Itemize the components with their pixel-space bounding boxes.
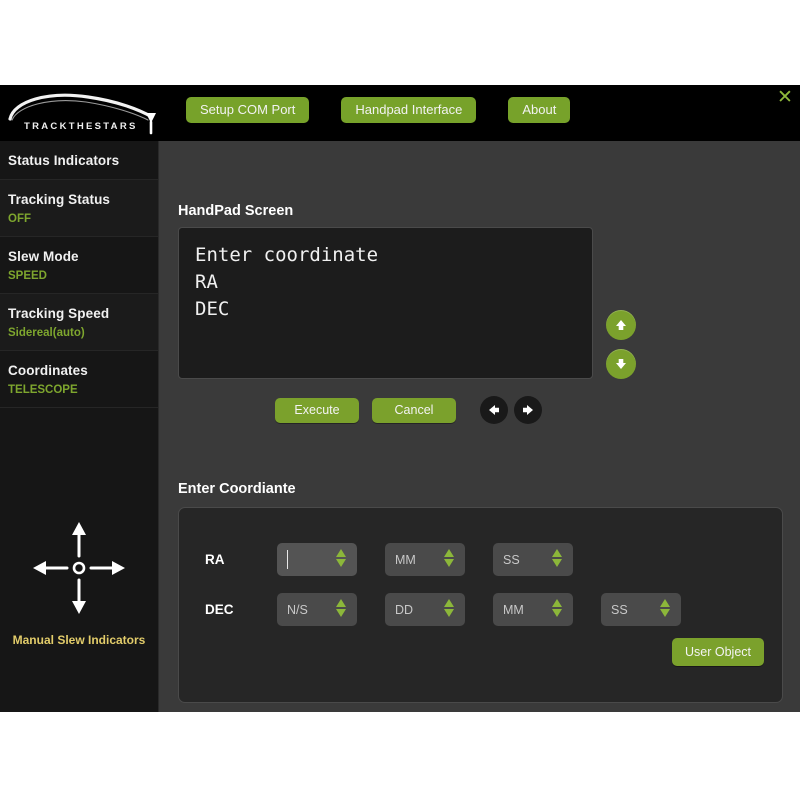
cancel-button[interactable]: Cancel xyxy=(372,398,456,423)
ra-minutes-stepper[interactable] xyxy=(444,549,454,567)
ra-seconds-value: SS xyxy=(503,553,520,567)
slew-right-arrowhead xyxy=(112,561,125,575)
stepper-down-icon[interactable] xyxy=(552,609,562,617)
dec-degrees-spinner[interactable]: DD xyxy=(385,593,465,626)
dec-sign-spinner[interactable]: N/S xyxy=(277,593,357,626)
arrow-right-icon[interactable] xyxy=(514,396,542,424)
sidebar-section-slew-mode: Slew Mode SPEED xyxy=(0,237,158,294)
dec-degrees-stepper[interactable] xyxy=(444,599,454,617)
stepper-up-icon[interactable] xyxy=(552,549,562,557)
arrow-up-icon[interactable] xyxy=(606,310,636,340)
handpad-screen-display[interactable]: Enter coordinate RA DEC xyxy=(178,227,593,379)
dec-sign-stepper[interactable] xyxy=(336,599,346,617)
top-bar: TRACKTHESTARS Setup COM Port Handpad Int… xyxy=(0,85,800,141)
stepper-down-icon[interactable] xyxy=(552,559,562,567)
stepper-down-icon[interactable] xyxy=(444,609,454,617)
handpad-action-row: Execute Cancel xyxy=(275,396,542,424)
arrow-down-icon[interactable] xyxy=(606,349,636,379)
nav-handpad-interface[interactable]: Handpad Interface xyxy=(341,97,476,123)
arrow-left-icon[interactable] xyxy=(480,396,508,424)
sidebar-section-coordinates: Coordinates TELESCOPE xyxy=(0,351,158,408)
four-way-arrows-icon xyxy=(23,512,135,624)
sidebar-item-label: Slew Mode xyxy=(8,248,158,265)
user-object-button[interactable]: User Object xyxy=(672,638,764,666)
stepper-down-icon[interactable] xyxy=(336,609,346,617)
stepper-up-icon[interactable] xyxy=(336,599,346,607)
tracking-speed-value: Sidereal(auto) xyxy=(8,326,158,340)
dec-minutes-stepper[interactable] xyxy=(552,599,562,617)
manual-slew-indicators-label: Manual Slew Indicators xyxy=(0,633,158,647)
handpad-screen-heading: HandPad Screen xyxy=(178,203,293,219)
manual-slew-indicator-pad xyxy=(0,493,158,643)
ra-minutes-spinner[interactable]: MM xyxy=(385,543,465,576)
sidebar-section-status-indicators: Status Indicators xyxy=(0,141,158,180)
sidebar-section-tracking-speed: Tracking Speed Sidereal(auto) xyxy=(0,294,158,351)
stepper-up-icon[interactable] xyxy=(444,599,454,607)
ra-label: RA xyxy=(205,552,277,567)
text-caret xyxy=(287,550,288,569)
ra-hours-stepper[interactable] xyxy=(336,549,346,567)
slew-up-arrowhead xyxy=(72,522,86,535)
logo-star-mark xyxy=(146,113,156,133)
nav-buttons: Setup COM Port Handpad Interface About xyxy=(186,97,570,123)
stepper-down-icon[interactable] xyxy=(660,609,670,617)
stepper-up-icon[interactable] xyxy=(552,599,562,607)
slew-center-dot xyxy=(74,563,84,573)
ra-seconds-spinner[interactable]: SS xyxy=(493,543,573,576)
sidebar-item-label: Tracking Speed xyxy=(8,305,158,322)
arrow-up-glyph xyxy=(614,318,628,332)
dec-seconds-stepper[interactable] xyxy=(660,599,670,617)
dec-seconds-spinner[interactable]: SS xyxy=(601,593,681,626)
execute-button[interactable]: Execute xyxy=(275,398,359,423)
nav-about[interactable]: About xyxy=(508,97,570,123)
sidebar: Status Indicators Tracking Status OFF Sl… xyxy=(0,141,159,712)
stepper-up-icon[interactable] xyxy=(336,549,346,557)
coordinate-entry-panel: RA MM SS xyxy=(178,507,783,703)
dec-degrees-value: DD xyxy=(395,603,413,617)
dec-sign-value: N/S xyxy=(287,603,308,617)
trackthestars-logo: TRACKTHESTARS xyxy=(6,89,166,137)
stepper-up-icon[interactable] xyxy=(660,599,670,607)
dec-label: DEC xyxy=(205,602,277,617)
application-window: TRACKTHESTARS Setup COM Port Handpad Int… xyxy=(0,85,800,712)
sidebar-item-label: Coordinates xyxy=(8,362,158,379)
dec-input-row: DEC N/S DD MM xyxy=(205,593,709,626)
sidebar-item-label: Status Indicators xyxy=(8,152,158,169)
logo-graphic: TRACKTHESTARS xyxy=(6,89,166,137)
tracking-status-value: OFF xyxy=(8,212,158,226)
stepper-down-icon[interactable] xyxy=(336,559,346,567)
ra-seconds-stepper[interactable] xyxy=(552,549,562,567)
main-content: HandPad Screen Enter coordinate RA DEC E… xyxy=(159,141,800,712)
slew-mode-value: SPEED xyxy=(8,269,158,283)
arrow-left-glyph xyxy=(487,403,501,417)
sidebar-section-tracking-status: Tracking Status OFF xyxy=(0,180,158,237)
nav-setup-com-port[interactable]: Setup COM Port xyxy=(186,97,309,123)
ra-hours-spinner[interactable] xyxy=(277,543,357,576)
sidebar-item-label: Tracking Status xyxy=(8,191,158,208)
arrow-right-glyph xyxy=(521,403,535,417)
ra-input-row: RA MM SS xyxy=(205,543,601,576)
dec-minutes-spinner[interactable]: MM xyxy=(493,593,573,626)
stepper-down-icon[interactable] xyxy=(444,559,454,567)
slew-down-arrowhead xyxy=(72,601,86,614)
slew-left-arrowhead xyxy=(33,561,46,575)
handpad-scroll-buttons xyxy=(606,310,636,379)
ra-minutes-value: MM xyxy=(395,553,416,567)
logo-wordmark: TRACKTHESTARS xyxy=(24,121,138,132)
dec-minutes-value: MM xyxy=(503,603,524,617)
enter-coordinate-heading: Enter Coordiante xyxy=(178,481,296,497)
arrow-down-glyph xyxy=(614,357,628,371)
dec-seconds-value: SS xyxy=(611,603,628,617)
coordinates-value: TELESCOPE xyxy=(8,383,158,397)
stepper-up-icon[interactable] xyxy=(444,549,454,557)
close-icon[interactable]: ✕ xyxy=(775,88,795,108)
